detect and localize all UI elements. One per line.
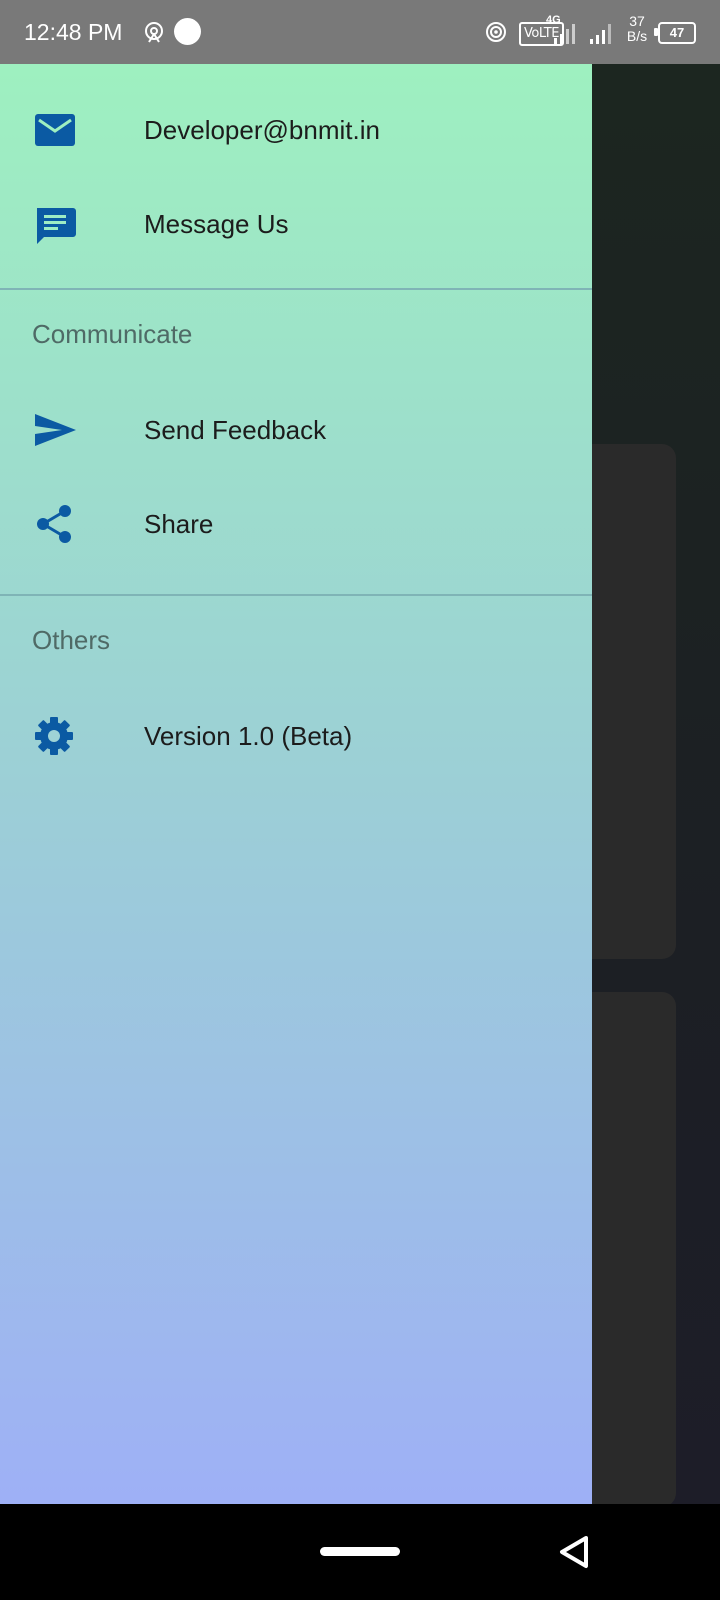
mail-icon	[35, 114, 75, 146]
drawer-item-version[interactable]: Version 1.0 (Beta)	[0, 688, 592, 784]
drawer-divider	[0, 594, 592, 596]
wifi-hotspot-icon	[486, 22, 506, 42]
network-speed-value: 37	[629, 13, 645, 29]
status-bar: 12:48 PM VoLTE 4G 37 B/s 47	[0, 0, 720, 64]
home-gesture-pill[interactable]	[320, 1547, 400, 1556]
hotspot-icon	[145, 22, 163, 43]
drawer-divider	[0, 288, 592, 290]
section-title-others: Others	[32, 625, 111, 655]
drawer-item-label: Share	[144, 509, 214, 539]
gear-icon	[35, 717, 73, 755]
drawer-item-label: Version 1.0 (Beta)	[144, 721, 353, 751]
share-icon	[37, 505, 71, 543]
drawer-item-label: Send Feedback	[144, 415, 327, 445]
network-speed: 37 B/s	[620, 14, 654, 44]
drawer-item-send-feedback[interactable]: Send Feedback	[0, 382, 592, 478]
signal-strength-secondary-icon	[590, 24, 611, 44]
signal-strength-icon	[554, 24, 575, 44]
system-navigation-bar	[0, 1504, 720, 1600]
drawer-item-share[interactable]: Share	[0, 476, 592, 572]
navigation-drawer: Developer@bnmit.in Message Us Communicat…	[0, 64, 592, 1504]
network-speed-unit: B/s	[626, 28, 648, 44]
send-icon	[35, 414, 76, 446]
drawer-item-label: Message Us	[144, 209, 289, 239]
back-icon[interactable]	[556, 1534, 592, 1570]
notification-dot-icon	[174, 18, 201, 45]
message-icon	[37, 208, 76, 244]
battery-icon: 47	[658, 22, 696, 44]
section-title-communicate: Communicate	[32, 319, 193, 349]
drawer-item-email[interactable]: Developer@bnmit.in	[0, 82, 592, 178]
drawer-item-label: Developer@bnmit.in	[144, 115, 380, 145]
status-time: 12:48 PM	[24, 19, 123, 45]
drawer-item-message-us[interactable]: Message Us	[0, 176, 592, 272]
status-indicators: VoLTE 4G 37 B/s 47	[460, 0, 720, 64]
